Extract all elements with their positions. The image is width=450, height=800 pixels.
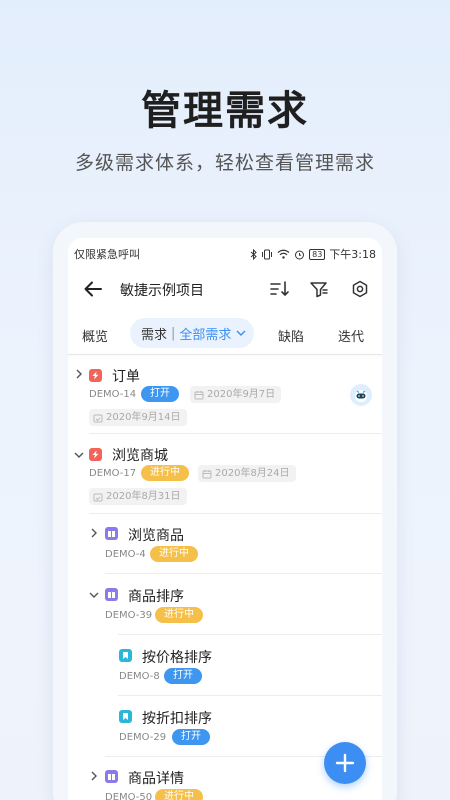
- chevron-down-icon[interactable]: [88, 589, 100, 601]
- start-date-chip: 2020年9月7日: [190, 386, 282, 403]
- requirement-id: DEMO-14: [89, 389, 137, 400]
- status-badge: 进行中: [155, 607, 203, 623]
- row-divider: [89, 513, 382, 514]
- chevron-down-icon[interactable]: [73, 449, 85, 461]
- app-header: 敏捷示例项目: [68, 270, 382, 310]
- battery-indicator: 83: [309, 248, 326, 260]
- app-screen: 仅限紧急呼叫 83 下午3:18 敏捷示例项目 概览 需求 | 全部需求 缺陷 …: [68, 238, 382, 800]
- row-divider: [105, 573, 382, 574]
- requirement-id: DEMO-17: [89, 468, 137, 479]
- requirement-title[interactable]: 浏览商品: [128, 525, 184, 545]
- requirement-title[interactable]: 按价格排序: [142, 647, 212, 667]
- bluetooth-icon: [250, 248, 257, 260]
- status-indicators: 83 下午3:18: [250, 246, 376, 262]
- row-divider: [118, 634, 382, 635]
- sort-icon[interactable]: [268, 278, 290, 300]
- feature-icon: [105, 527, 118, 540]
- status-badge: 打开: [172, 729, 210, 745]
- requirement-id: DEMO-29: [119, 732, 167, 743]
- requirement-id: DEMO-4: [105, 549, 146, 560]
- add-requirement-button[interactable]: [324, 742, 366, 784]
- tab-bar: 概览 需求 | 全部需求 缺陷 迭代: [68, 318, 382, 354]
- chevron-right-icon[interactable]: [73, 368, 85, 380]
- chevron-down-icon: [236, 330, 246, 336]
- requirement-title[interactable]: 按折扣排序: [142, 708, 212, 728]
- story-icon: [119, 710, 132, 723]
- start-date-chip: 2020年8月24日: [198, 465, 296, 482]
- plus-icon: [335, 753, 355, 773]
- status-badge: 进行中: [141, 465, 189, 481]
- alarm-icon: [295, 250, 305, 259]
- requirements-filter-label: 全部需求: [179, 327, 232, 343]
- promo-title: 管理需求: [141, 88, 309, 134]
- end-date-chip: 2020年9月14日: [89, 409, 187, 426]
- tab-requirements-label: 需求: [141, 327, 168, 343]
- status-carrier-text: 仅限紧急呼叫: [74, 248, 140, 261]
- start-date: 2020年9月7日: [207, 389, 276, 400]
- wifi-icon: [277, 249, 290, 259]
- row-divider: [118, 695, 382, 696]
- end-date: 2020年8月31日: [106, 491, 181, 502]
- back-arrow-icon[interactable]: [82, 278, 104, 300]
- promo-subtitle: 多级需求体系，轻松查看管理需求: [74, 152, 375, 174]
- status-bar: 仅限紧急呼叫 83 下午3:18: [68, 238, 382, 270]
- filter-icon[interactable]: [308, 278, 330, 300]
- row-divider: [89, 433, 382, 434]
- status-badge: 进行中: [150, 546, 198, 562]
- settings-icon[interactable]: [349, 278, 371, 300]
- requirement-title[interactable]: 商品详情: [128, 768, 184, 788]
- end-date-chip: 2020年8月31日: [89, 488, 187, 505]
- tab-separator: |: [171, 325, 176, 341]
- requirement-title[interactable]: 订单: [112, 366, 140, 386]
- status-badge: 打开: [164, 668, 202, 684]
- tab-iterations[interactable]: 迭代: [338, 326, 364, 345]
- tab-overview[interactable]: 概览: [82, 326, 108, 345]
- requirement-id: DEMO-8: [119, 671, 160, 682]
- status-time: 下午3:18: [329, 248, 376, 261]
- requirement-title[interactable]: 商品排序: [128, 586, 184, 606]
- assignee-avatar[interactable]: [350, 384, 372, 406]
- calendar-check-icon: [93, 493, 103, 501]
- tab-defects[interactable]: 缺陷: [278, 326, 304, 345]
- epic-icon: [89, 369, 102, 382]
- requirement-id: DEMO-50: [105, 792, 153, 800]
- status-badge: 进行中: [155, 789, 203, 800]
- story-icon: [119, 649, 132, 662]
- status-badge: 打开: [141, 386, 179, 402]
- feature-icon: [105, 588, 118, 601]
- chevron-right-icon[interactable]: [88, 770, 100, 782]
- chevron-right-icon[interactable]: [88, 527, 100, 539]
- calendar-icon: [202, 469, 212, 478]
- epic-icon: [89, 448, 102, 461]
- vibrate-icon: [262, 249, 273, 259]
- end-date: 2020年9月14日: [106, 412, 181, 423]
- calendar-icon: [194, 390, 204, 399]
- requirement-id: DEMO-39: [105, 610, 153, 621]
- start-date: 2020年8月24日: [215, 468, 290, 479]
- project-title: 敏捷示例项目: [120, 283, 204, 299]
- calendar-check-icon: [93, 414, 103, 422]
- feature-icon: [105, 770, 118, 783]
- tabs-divider: [68, 354, 382, 355]
- requirement-title[interactable]: 浏览商城: [112, 445, 168, 465]
- tab-requirements[interactable]: 需求 | 全部需求: [130, 318, 254, 348]
